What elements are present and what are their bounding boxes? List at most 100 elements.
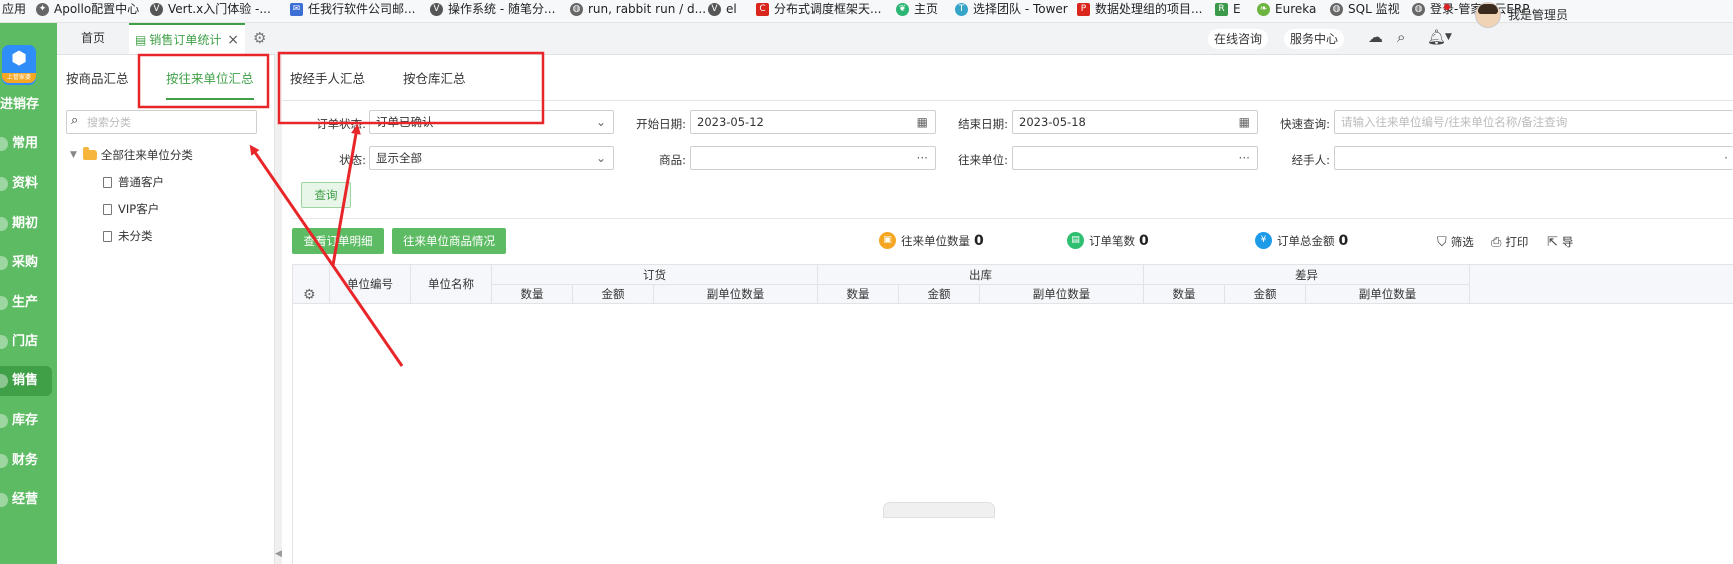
partner-input[interactable]: ···	[1012, 146, 1258, 170]
bookmark-e[interactable]: RE	[1215, 0, 1241, 22]
bookmark-vertx[interactable]: V Vert.x入门体验 -...	[150, 0, 271, 22]
bookmark-label: el	[726, 2, 737, 16]
status-select[interactable]: 显示全部 ⌄	[369, 146, 614, 170]
username[interactable]: 我是管理员	[1508, 0, 1568, 31]
nav-item-sales[interactable]: 销售	[0, 366, 52, 396]
calendar-icon[interactable]: ▦	[1239, 111, 1250, 133]
query-button[interactable]: 查询	[301, 182, 351, 208]
subtab-by-goods[interactable]: 按商品汇总	[66, 68, 129, 87]
cloud-download-icon[interactable]: ☁	[1368, 28, 1383, 46]
nav-item-purchase[interactable]: 采购	[0, 248, 52, 278]
start-date-input[interactable]: 2023-05-12 ▦	[690, 110, 936, 134]
col-unit-code[interactable]: 单位编号	[330, 265, 411, 304]
tab-sales-order-stats[interactable]: ▤ 销售订单统计 ×	[129, 23, 245, 54]
nav-item-operation[interactable]: 经营	[0, 485, 52, 515]
subtab-by-handler[interactable]: 按经手人汇总	[290, 68, 365, 87]
col-diff-qty[interactable]: 数量	[1144, 285, 1225, 304]
more-icon[interactable]: ···	[1239, 147, 1250, 169]
more-icon[interactable]: ···	[917, 147, 928, 169]
bookmark-el[interactable]: Vel	[708, 0, 737, 22]
more-icon[interactable]: ·	[1724, 147, 1728, 169]
tower-icon: T	[955, 3, 968, 16]
calendar-icon[interactable]: ▦	[917, 111, 928, 133]
bookmark-csdn[interactable]: C 分布式调度框架天...	[756, 0, 881, 22]
online-consult-button[interactable]: 在线咨询	[1208, 29, 1269, 49]
col-out-subqty[interactable]: 副单位数量	[980, 285, 1144, 304]
bookmarks-bar: 应用 ✦ Apollo配置中心 V Vert.x入门体验 -... ✉ 任我行软件公司…	[0, 0, 1733, 23]
tree-item-normal[interactable]: 普通客户	[103, 174, 164, 190]
partner-goods-button[interactable]: 往来单位商品情况	[392, 228, 506, 254]
bookmark-rabbit[interactable]: ◍ run, rabbit run / d...	[570, 0, 706, 22]
notification-dot	[1444, 4, 1450, 10]
tree-item-vip[interactable]: VIP客户	[103, 201, 159, 217]
panel-splitter[interactable]: ◀	[274, 54, 282, 564]
bookmark-apollo[interactable]: ✦ Apollo配置中心	[36, 0, 139, 22]
bookmark-sql[interactable]: ◍ SQL 监视	[1330, 0, 1400, 22]
caret-down-icon[interactable]: ▼	[70, 150, 77, 160]
bookmark-os[interactable]: V 操作系统 - 随笔分...	[430, 0, 555, 22]
start-date-label: 开始日期:	[636, 117, 686, 131]
close-icon[interactable]: ×	[227, 25, 239, 56]
category-search: ⌕	[66, 110, 257, 134]
tab-home[interactable]: 首页	[81, 23, 105, 54]
nav-item-store[interactable]: 门店	[0, 327, 52, 357]
app-logo[interactable]: ⬢ 上管家婆	[2, 45, 36, 85]
nav-item-finance[interactable]: 财务	[0, 446, 52, 476]
bookmark-mail[interactable]: ✉ 任我行软件公司邮...	[290, 0, 415, 22]
stat-value: 0	[1139, 232, 1149, 249]
nav-item-common[interactable]: 常用	[0, 129, 52, 159]
bookmark-eureka[interactable]: ❧ Eureka	[1257, 0, 1316, 22]
tree-root[interactable]: ▼ 全部往来单位分类	[70, 147, 193, 163]
print-button[interactable]: ⎙ 打印	[1491, 234, 1528, 250]
folder-icon	[82, 147, 97, 160]
nav-item-inventory[interactable]: 库存	[0, 406, 52, 436]
handler-input[interactable]: ·	[1334, 146, 1733, 170]
subtab-by-partner[interactable]: 按往来单位汇总	[166, 68, 254, 87]
bookmark-apps[interactable]: 应用	[2, 0, 26, 22]
chevron-down-icon[interactable]: ▼	[1445, 32, 1452, 42]
group-order: 订货	[492, 265, 818, 285]
col-order-subqty[interactable]: 副单位数量	[654, 285, 818, 304]
bell-icon[interactable]: 🔔︎	[1427, 28, 1446, 46]
nav-item-production[interactable]: 生产	[0, 288, 52, 318]
col-diff-subqty[interactable]: 副单位数量	[1306, 285, 1470, 304]
col-out-qty[interactable]: 数量	[818, 285, 899, 304]
col-diff-amount[interactable]: 金额	[1225, 285, 1306, 304]
category-search-input[interactable]	[87, 113, 247, 131]
goods-input[interactable]: ···	[690, 146, 936, 170]
gear-icon[interactable]: ⚙	[253, 29, 266, 47]
quick-query-input[interactable]: 请输入往来单位编号/往来单位名称/备注查询	[1334, 110, 1733, 134]
avatar[interactable]	[1475, 2, 1501, 28]
gear-icon[interactable]: ⚙	[303, 276, 316, 315]
active-tab-indicator	[166, 98, 254, 100]
view-order-detail-button[interactable]: 查看订单明细	[292, 228, 384, 254]
export-button[interactable]: ⇱ 导	[1547, 234, 1573, 250]
end-date-input[interactable]: 2023-05-18 ▦	[1012, 110, 1258, 134]
col-order-amount[interactable]: 金额	[573, 285, 654, 304]
stat-label: 订单总金额	[1277, 233, 1335, 248]
order-status-label: 订单状态:	[316, 117, 366, 131]
col-out-amount[interactable]: 金额	[899, 285, 980, 304]
nav-icon	[0, 217, 8, 231]
column-settings[interactable]: ⚙	[293, 265, 330, 304]
print-label: 打印	[1505, 235, 1529, 249]
quick-query-placeholder: 请输入往来单位编号/往来单位名称/备注查询	[1341, 115, 1568, 129]
bookmark-label: Vert.x入门体验 -...	[168, 2, 271, 16]
col-unit-name[interactable]: 单位名称	[411, 265, 492, 304]
bookmark-home[interactable]: ❦ 主页	[896, 0, 938, 22]
tree-item-uncategorized[interactable]: 未分类	[103, 228, 153, 244]
subtab-by-warehouse[interactable]: 按仓库汇总	[403, 68, 466, 87]
tab-bar: 首页 ▤ 销售订单统计 × ⚙ 在线咨询 服务中心 ☁ ⌕ 🔔︎ ▼	[57, 23, 1733, 55]
filter-button[interactable]: ⛉ 筛选	[1437, 234, 1474, 250]
nav-item-data[interactable]: 资料	[0, 169, 52, 199]
bookmark-tower[interactable]: T 选择团队 - Tower	[955, 0, 1068, 22]
bookmark-project[interactable]: P 数据处理组的项目...	[1077, 0, 1202, 22]
summary-table: ⚙ 单位编号 单位名称 订货 数量 金额 副单位数量 出库 数量 金额 副单位数…	[292, 264, 1733, 564]
stat-order-amount: ¥ 订单总金额 0	[1255, 232, 1348, 249]
order-status-select[interactable]: 订单已确认 ⌄	[369, 110, 614, 134]
search-icon[interactable]: ⌕	[1397, 28, 1405, 46]
col-order-qty[interactable]: 数量	[492, 285, 573, 304]
chevron-left-icon[interactable]: ◀	[275, 549, 282, 559]
nav-item-opening[interactable]: 期初	[0, 209, 52, 239]
service-center-button[interactable]: 服务中心	[1284, 29, 1345, 49]
